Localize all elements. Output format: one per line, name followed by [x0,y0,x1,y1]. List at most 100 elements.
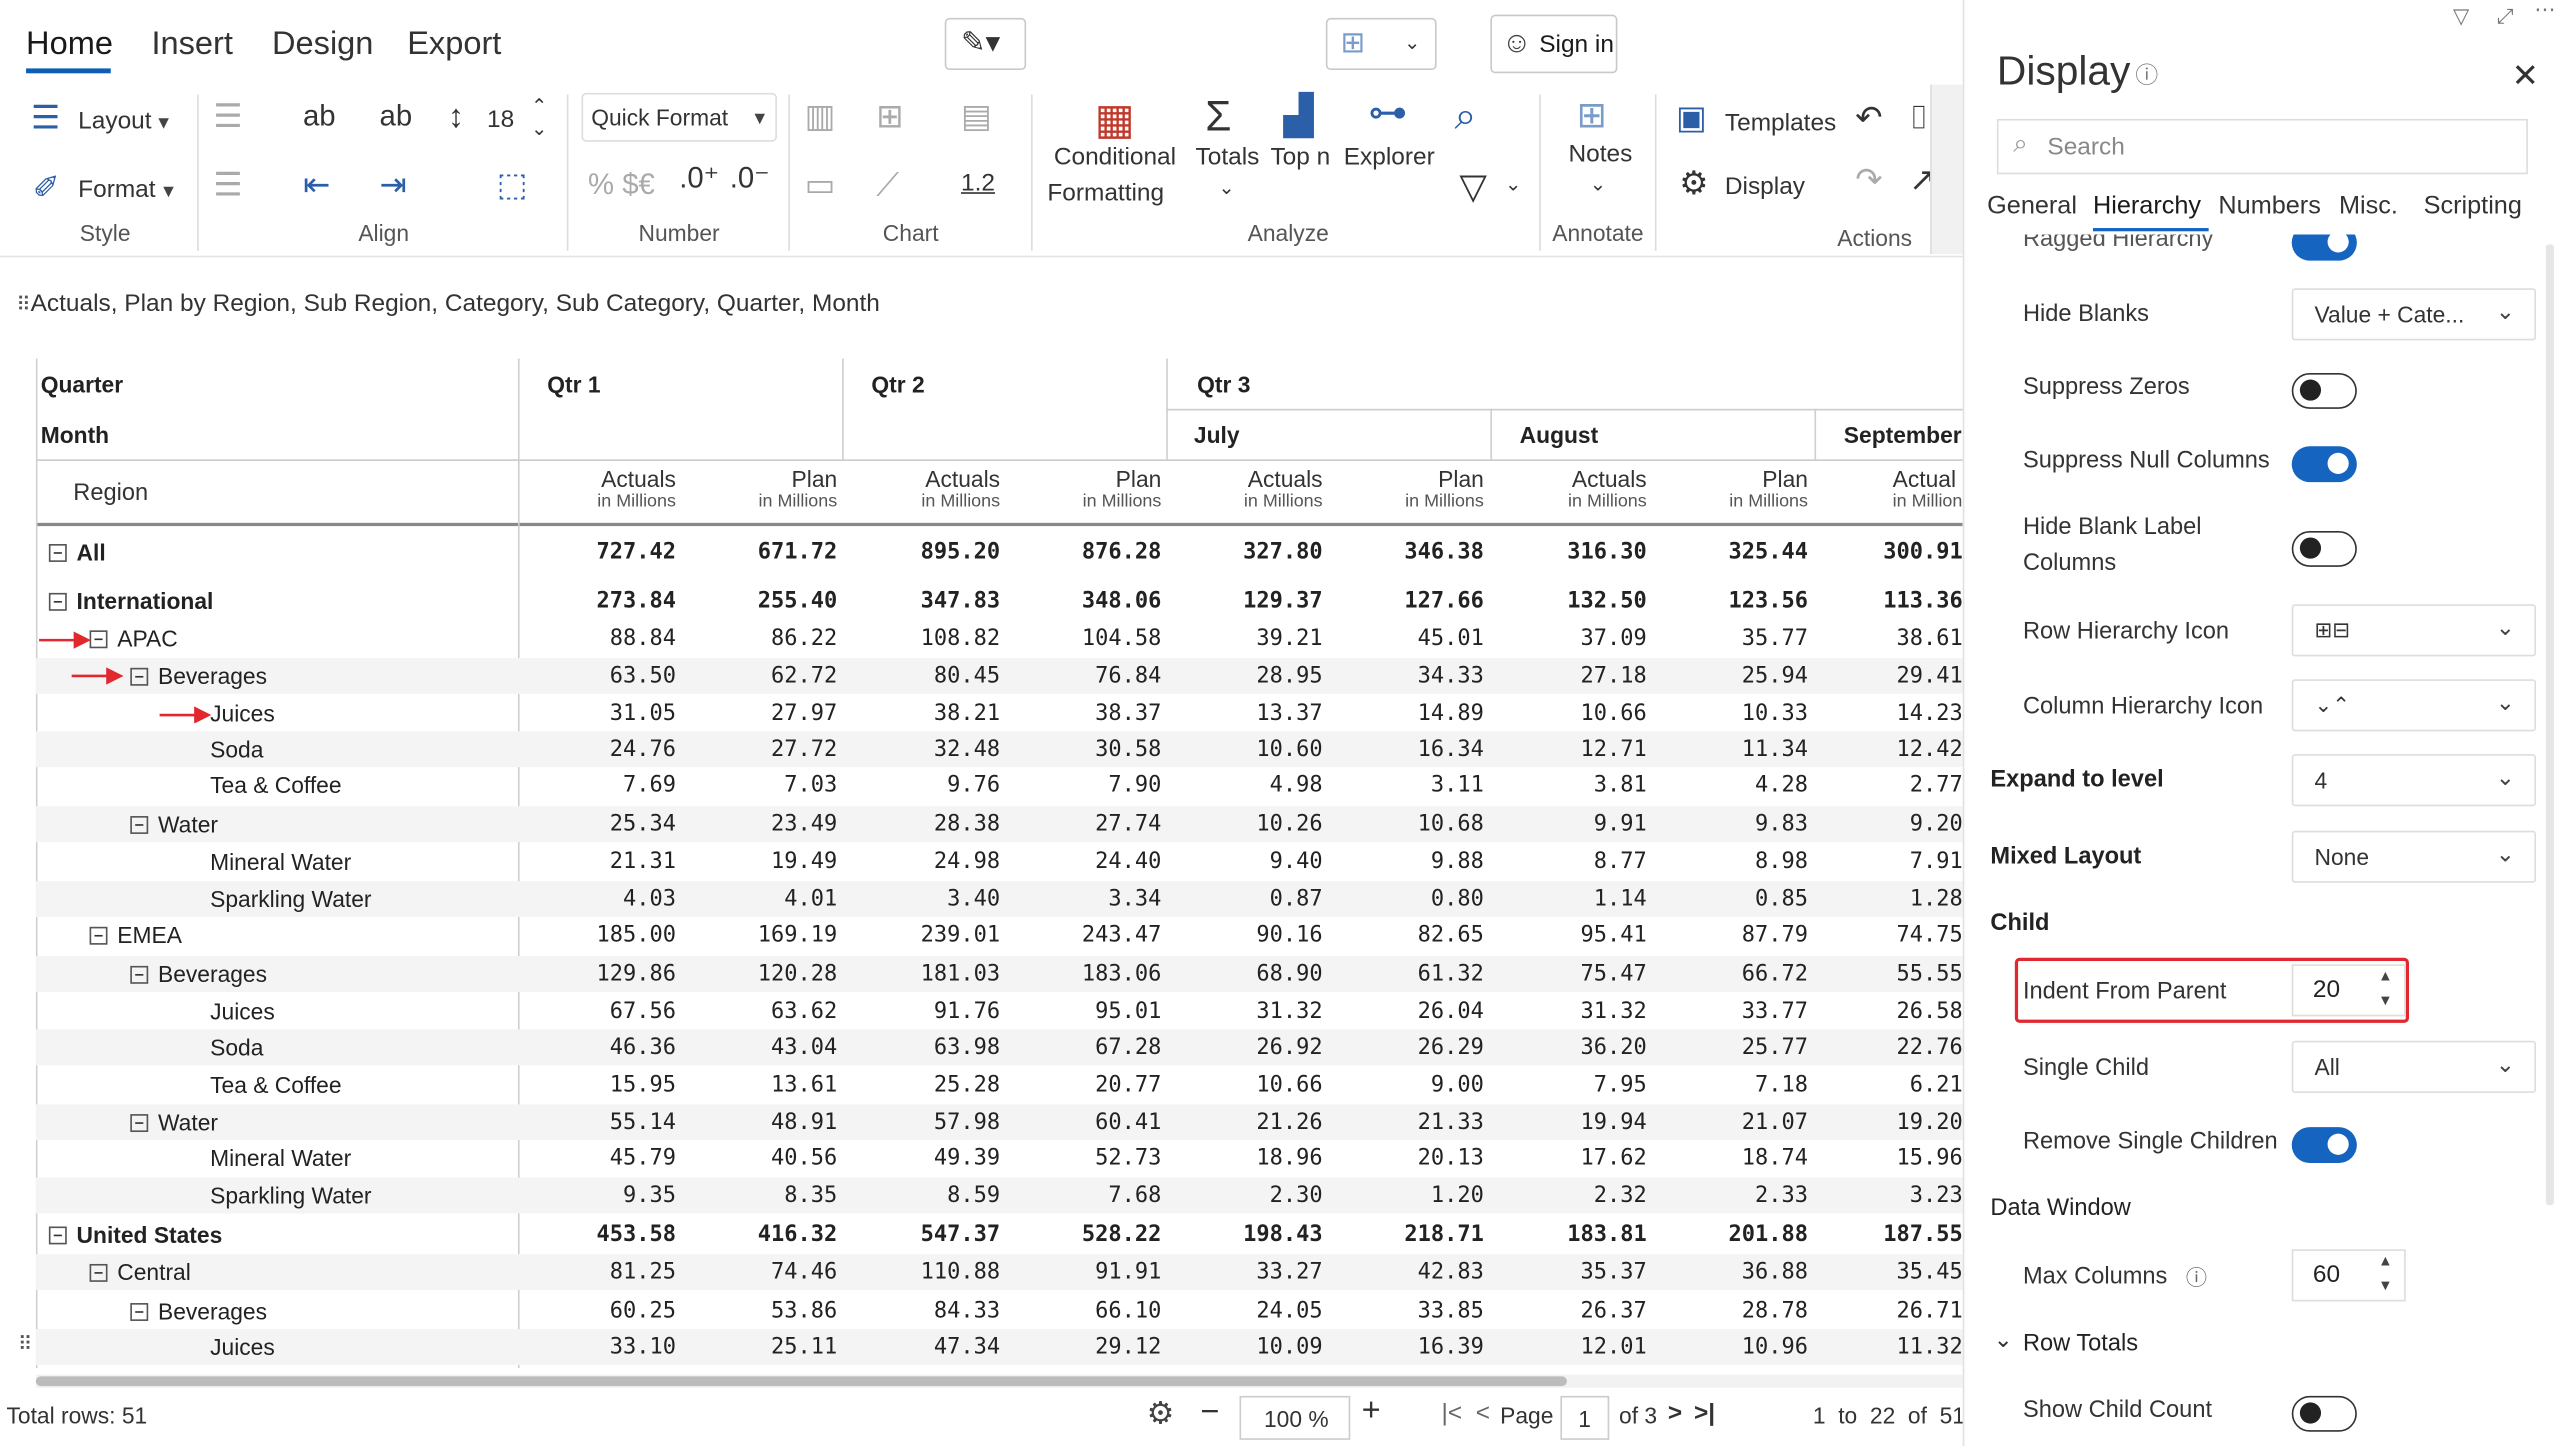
suppress-zeros-toggle[interactable] [2291,372,2357,409]
table-cell[interactable]: 61.32 [1329,961,1484,987]
table-cell[interactable]: 6.21 [1808,1072,1963,1098]
table-cell[interactable]: 21.31 [521,849,676,875]
spin-up-icon[interactable]: ▲ [2378,1253,2393,1269]
table-cell[interactable]: 22.76 [1808,1034,1963,1060]
quick-format-dropdown[interactable]: Quick Format ▼ [581,92,777,142]
table-cell[interactable]: 243.47 [1007,922,1161,948]
measure-header[interactable]: Plan in Millions [1329,466,1484,512]
table-cell[interactable]: 24.98 [845,849,1000,875]
table-cell[interactable]: 0.80 [1329,886,1484,912]
scrollbar-thumb[interactable] [35,1376,1567,1387]
table-cell[interactable]: 43.04 [682,1034,837,1060]
indent-decrease-icon[interactable]: ⇤ [303,169,330,202]
table-row[interactable]: Central 81.25 74.46 110.88 91.91 33.27 42.83 35… [35,1254,1963,1291]
table-cell[interactable]: 239.01 [845,922,1000,948]
text-wrap-icon[interactable]: ab [303,101,336,130]
table-cell[interactable]: 528.22 [1007,1222,1161,1248]
remove-single-children-toggle[interactable] [2291,1127,2357,1163]
table-row[interactable]: Water 55.14 48.91 57.98 60.41 21.26 21.33 19.94… [35,1104,1963,1141]
table-cell[interactable]: 1.28 [1808,886,1963,912]
close-icon[interactable]: ✕ [2512,55,2539,96]
zoom-input[interactable]: 100 % [1239,1395,1351,1440]
table-row[interactable]: Juices 33.10 25.11 47.34 29.12 10.09 16.39 12.0… [35,1329,1963,1365]
mixed-layout-dropdown[interactable]: None ⌄ [2291,830,2537,883]
quarter-qtr1[interactable]: Qtr 1 [547,371,600,397]
table-cell[interactable]: 316.30 [1492,539,1646,565]
table-cell[interactable]: 67.56 [521,998,676,1024]
table-cell[interactable]: 26.58 [1808,998,1963,1024]
row-height-icon[interactable]: ↕ [448,101,464,134]
add-comment-button[interactable]: ⊞ ⌄ [1325,17,1437,71]
totals-button[interactable]: Totals [1196,143,1260,171]
conditional-formatting-label-2[interactable]: Formatting [1047,179,1164,207]
table-cell[interactable]: 3.40 [845,886,1000,912]
table-cell[interactable]: 84.33 [845,1298,1000,1324]
table-cell[interactable]: 7.95 [1492,1072,1647,1098]
table-cell[interactable]: 74.75 [1808,922,1963,948]
table-cell[interactable]: 15.95 [521,1072,676,1098]
table-cell[interactable]: 29.12 [1007,1334,1161,1360]
border-icon[interactable]: ⬚ [497,169,528,202]
panel-scrollbar[interactable] [2545,244,2554,1206]
column-chart-icon[interactable]: ▤ [961,101,992,134]
table-cell[interactable]: 35.37 [1492,1259,1647,1285]
hierarchy-chart-icon[interactable]: ⊞ [876,101,903,134]
undo-icon[interactable]: ↶ [1855,103,1882,136]
table-cell[interactable]: 57.98 [845,1109,1000,1135]
table-row[interactable]: Sparkling Water 9.35 8.35 8.59 7.68 2.30 1.20 2… [35,1177,1963,1214]
collapse-icon[interactable] [130,816,149,834]
tab-general[interactable]: General [1987,192,2077,221]
font-size-value[interactable]: 18 [487,106,514,134]
table-cell[interactable]: 66.72 [1653,961,1808,987]
table-row[interactable]: Beverages 60.25 53.86 84.33 66.10 24.05 33.85 2… [36,1293,1963,1329]
table-cell[interactable]: 346.38 [1329,539,1483,565]
table-cell[interactable]: 25.77 [1653,1034,1808,1060]
table-cell[interactable]: 63.50 [521,663,676,689]
table-cell[interactable]: 60.25 [521,1298,676,1324]
month-july[interactable]: July [1194,422,1240,448]
chevron-down-icon[interactable]: ⌄ [1994,1326,2013,1354]
table-cell[interactable]: 198.43 [1168,1222,1322,1248]
decrease-decimal-icon[interactable]: .0⁻ [730,163,770,192]
table-cell[interactable]: 187.55 [1808,1222,1962,1248]
table-cell[interactable]: 4.03 [521,886,676,912]
table-cell[interactable]: 671.72 [682,539,837,565]
table-cell[interactable]: 1.14 [1492,886,1647,912]
table-cell[interactable]: 27.74 [1007,811,1161,837]
table-cell[interactable]: 68.90 [1168,961,1322,987]
measure-header[interactable]: Actuals in Millions [1492,466,1647,512]
percent-icon[interactable]: % $€ [588,169,655,198]
table-cell[interactable]: 201.88 [1653,1222,1808,1248]
table-cell[interactable]: 45.79 [521,1145,676,1171]
table-cell[interactable]: 25.34 [521,811,676,837]
table-cell[interactable]: 7.91 [1808,849,1963,875]
table-cell[interactable]: 9.76 [845,772,1000,798]
table-cell[interactable]: 91.91 [1007,1259,1161,1285]
row-hierarchy-icon-dropdown[interactable]: ⊞⊟ ⌄ [2291,604,2537,657]
table-cell[interactable]: 18.96 [1168,1145,1322,1171]
measure-header[interactable]: Plan in Millions [1007,466,1162,512]
table-cell[interactable]: 453.58 [521,1222,675,1248]
table-cell[interactable]: 26.29 [1329,1034,1484,1060]
table-cell[interactable]: 9.40 [1168,849,1323,875]
bar-chart-icon[interactable]: ▥ [805,101,836,134]
quarter-qtr3[interactable]: Qtr 3 [1197,371,1250,397]
max-columns-input[interactable]: 60 ▲ ▼ [2291,1249,2406,1302]
table-cell[interactable]: 19.20 [1808,1109,1963,1135]
table-cell[interactable]: 25.11 [682,1334,837,1360]
table-row[interactable]: Mineral Water 45.79 40.56 49.39 52.73 18.96 20… [36,1140,1963,1176]
indent-increase-icon[interactable]: ⇥ [380,169,407,202]
table-cell[interactable]: 9.88 [1329,849,1484,875]
gear-icon[interactable]: ⚙ [1147,1396,1175,1433]
table-cell[interactable]: 895.20 [845,539,1000,565]
collapse-icon[interactable] [89,926,108,945]
table-cell[interactable]: 29.41 [1808,663,1963,689]
table-cell[interactable]: 42.83 [1329,1259,1484,1285]
table-cell[interactable]: 123.56 [1653,588,1808,614]
table-cell[interactable]: 66.10 [1007,1298,1161,1324]
collapse-icon[interactable] [48,1226,67,1245]
table-cell[interactable]: 38.37 [1007,700,1161,726]
table-cell[interactable]: 30.58 [1007,736,1161,762]
table-cell[interactable]: 48.91 [682,1109,837,1135]
table-cell[interactable]: 7.90 [1007,772,1161,798]
